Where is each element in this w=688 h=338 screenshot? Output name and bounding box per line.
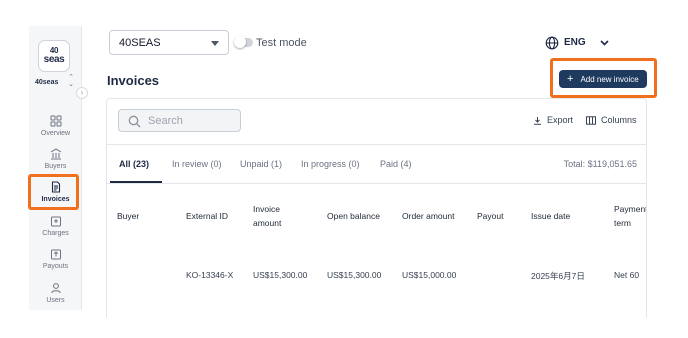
add-invoice-highlight-box (550, 58, 657, 98)
sidebar-item-label: Charges (42, 230, 69, 237)
column-header-invoice-amount[interactable]: Invoice amount (253, 203, 281, 230)
test-mode-label: Test mode (256, 37, 307, 49)
column-header-payment-term[interactable]: Payment term (614, 203, 647, 230)
org-select[interactable]: 40SEAS (109, 30, 229, 55)
user-icon (50, 283, 61, 294)
sidebar-item-payouts[interactable]: Payouts (29, 248, 82, 270)
header-line: term (614, 218, 631, 228)
tab-in-review[interactable]: In review (0) (172, 159, 222, 169)
org-switch-icon[interactable]: ⌃ ⌄ (66, 74, 76, 88)
export-button[interactable]: Export (533, 115, 573, 125)
cell-external-id: KO-13346-X (186, 270, 234, 280)
column-header-open-balance[interactable]: Open balance (327, 210, 380, 223)
header-line: Payment (614, 204, 647, 214)
org-select-value: 40SEAS (119, 37, 161, 49)
language-selector[interactable]: ENG (545, 35, 609, 50)
cell-payment-term: Net 60 (614, 270, 640, 280)
sidebar-item-buyers[interactable]: Buyers (29, 148, 82, 170)
columns-icon (586, 115, 596, 125)
search-input[interactable]: Search (118, 109, 241, 132)
search-placeholder: Search (148, 115, 183, 127)
columns-label: Columns (601, 115, 637, 125)
sidebar: 40 seas 40seas ⌃ ⌄ › Overview Buyers Invo… (29, 26, 88, 310)
column-header-buyer[interactable]: Buyer (117, 210, 139, 223)
sidebar-item-overview[interactable]: Overview (29, 115, 82, 137)
sidebar-item-label: Buyers (44, 163, 67, 170)
tab-in-progress[interactable]: In progress (0) (301, 159, 360, 169)
charges-icon (50, 216, 61, 227)
columns-button[interactable]: Columns (586, 115, 637, 125)
search-icon (128, 115, 141, 128)
sidebar-item-label: Users (46, 297, 65, 304)
invoices-card: Search Export Columns All (23) In review… (106, 98, 647, 318)
chevron-down-icon (600, 39, 609, 46)
divider (107, 183, 646, 184)
collapse-sidebar-icon[interactable]: › (76, 87, 88, 99)
column-header-payout[interactable]: Payout (477, 210, 503, 223)
column-header-external-id[interactable]: External ID (186, 210, 228, 223)
tab-all[interactable]: All (23) (119, 159, 149, 169)
sidebar-item-charges[interactable]: Charges (29, 215, 82, 237)
header-line: amount (253, 218, 282, 228)
tab-unpaid[interactable]: Unpaid (1) (240, 159, 282, 169)
payout-icon (50, 249, 61, 260)
sidebar-item-label: Overview (40, 130, 71, 137)
org-name: 40seas (35, 79, 59, 86)
export-label: Export (547, 115, 574, 125)
column-header-issue-date[interactable]: Issue date (531, 210, 570, 223)
invoices-highlight-box (28, 174, 79, 210)
language-label: ENG (564, 37, 586, 48)
caret-down-icon (211, 41, 219, 46)
cell-order-amount: US$15,000.00 (402, 270, 457, 280)
sidebar-item-users[interactable]: Users (29, 282, 82, 304)
cell-invoice-amount: US$15,300.00 (253, 270, 308, 280)
company-logo[interactable]: 40 seas (38, 40, 70, 72)
toggle-knob (234, 36, 246, 48)
tab-paid[interactable]: Paid (4) (380, 159, 412, 169)
divider (107, 144, 646, 145)
sidebar-item-label: Payouts (42, 263, 69, 270)
building-icon (50, 148, 61, 160)
cell-issue-date: 2025年6月7日 (531, 271, 585, 281)
test-mode-toggle[interactable] (234, 36, 253, 48)
cell-open-balance: US$15,300.00 (327, 270, 382, 280)
page-title: Invoices (107, 73, 160, 88)
download-icon (534, 116, 541, 125)
globe-icon (545, 36, 559, 49)
grid-icon (50, 115, 61, 127)
header-line: Invoice (253, 204, 280, 214)
logo-text-bottom: seas (43, 54, 65, 65)
total-amount: Total: $119,051.65 (563, 159, 637, 169)
column-header-order-amount[interactable]: Order amount (402, 210, 454, 223)
